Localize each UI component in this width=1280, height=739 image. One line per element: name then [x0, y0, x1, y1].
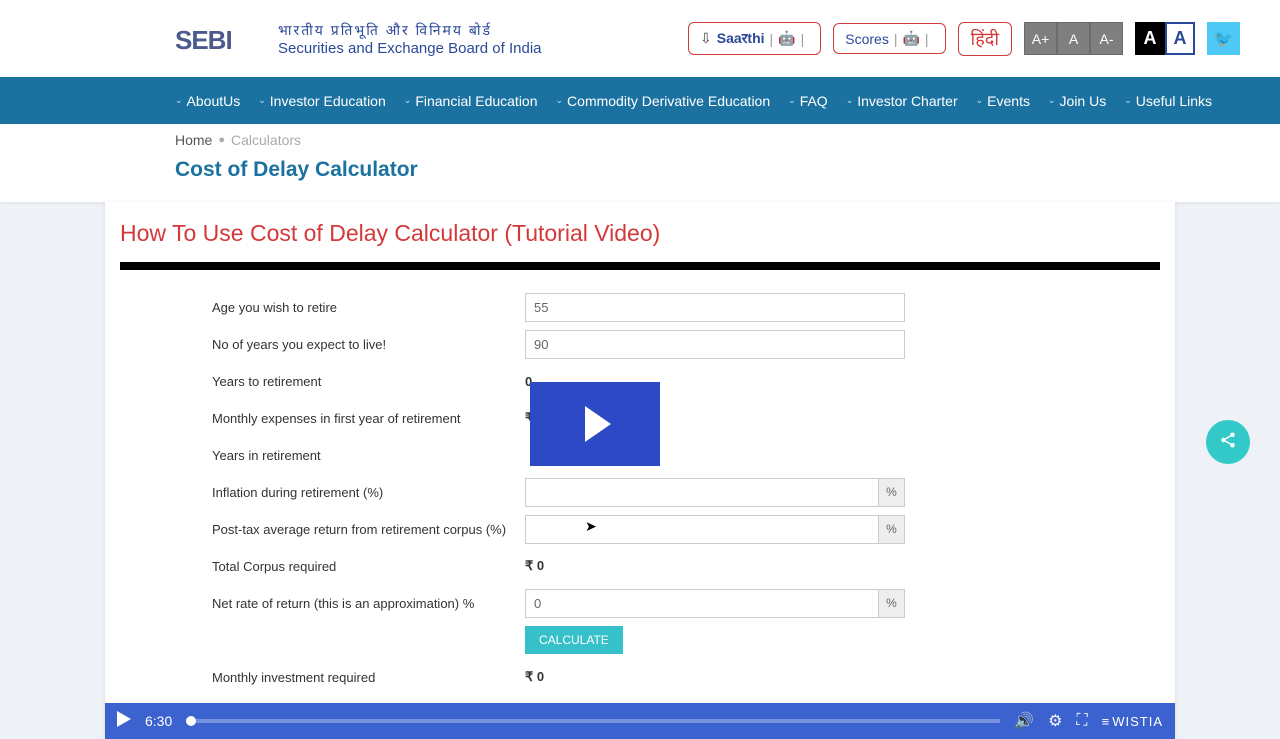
progress-thumb[interactable]	[186, 716, 196, 726]
label-years-in-retirement: Years in retirement	[120, 448, 525, 463]
wistia-brand[interactable]: ≡WISTIA	[1102, 714, 1163, 729]
chevron-down-icon: ⌄	[788, 95, 796, 106]
video-play-button[interactable]	[117, 711, 131, 732]
label-inflation: Inflation during retirement (%)	[120, 485, 525, 500]
video-control-bar: 6:30 🔊 ⚙ ⛶ ≡WISTIA	[105, 703, 1175, 739]
label-total-corpus: Total Corpus required	[120, 559, 525, 574]
input-inflation[interactable]	[525, 478, 879, 507]
label-monthly-investment: Monthly investment required	[120, 670, 525, 685]
input-retire-age[interactable]	[525, 293, 905, 322]
twitter-icon: 🐦	[1214, 29, 1234, 49]
dark-contrast-button[interactable]: A	[1135, 22, 1165, 55]
label-net-rate: Net rate of return (this is an approxima…	[120, 596, 525, 611]
nav-aboutus[interactable]: ⌄AboutUs	[175, 93, 240, 109]
nav-investor-charter[interactable]: ⌄Investor Charter	[846, 93, 958, 109]
nav-faq[interactable]: ⌄FAQ	[788, 93, 828, 109]
logo[interactable]: SEBI भारतीय प्रतिभूति और विनिमय बोर्ड Se…	[175, 19, 542, 59]
label-retire-age: Age you wish to retire	[120, 300, 525, 315]
input-posttax-return[interactable]	[525, 515, 879, 544]
chevron-down-icon: ⌄	[1048, 95, 1056, 106]
chevron-down-icon: ⌄	[556, 95, 564, 106]
breadcrumb-current: Calculators	[231, 132, 301, 148]
twitter-link[interactable]: 🐦	[1207, 22, 1240, 55]
chevron-down-icon: ⌄	[846, 95, 854, 106]
percent-addon: %	[879, 589, 905, 618]
saarthi-button[interactable]: ⇩ Saaरthi| 🤖|	[688, 22, 821, 55]
share-button[interactable]	[1206, 420, 1250, 464]
card-title: How To Use Cost of Delay Calculator (Tut…	[120, 220, 1160, 262]
percent-addon: %	[879, 515, 905, 544]
percent-addon: %	[879, 478, 905, 507]
play-icon	[117, 711, 131, 727]
scores-button[interactable]: Scores| 🤖|	[833, 23, 945, 54]
nav-join-us[interactable]: ⌄Join Us	[1048, 93, 1106, 109]
value-total-corpus: ₹ 0	[525, 558, 544, 574]
settings-button[interactable]: ⚙	[1048, 711, 1062, 731]
fullscreen-button[interactable]: ⛶	[1076, 712, 1087, 730]
fullscreen-icon: ⛶	[1076, 712, 1087, 729]
calculator-form: Age you wish to retire No of years you e…	[120, 270, 1160, 739]
android-icon: 🤖	[778, 30, 795, 47]
hindi-toggle[interactable]: हिंदी	[958, 22, 1012, 56]
font-decrease-button[interactable]: A-	[1090, 22, 1123, 55]
logo-english-text: Securities and Exchange Board of India	[278, 40, 542, 57]
main-nav: ⌄AboutUs ⌄Investor Education ⌄Financial …	[0, 77, 1280, 124]
input-net-rate[interactable]	[525, 589, 879, 618]
nav-investor-education[interactable]: ⌄Investor Education	[258, 93, 386, 109]
chevron-down-icon: ⌄	[1124, 95, 1132, 106]
logo-hindi-text: भारतीय प्रतिभूति और विनिमय बोर्ड	[278, 21, 542, 40]
input-years-live[interactable]	[525, 330, 905, 359]
top-header: SEBI भारतीय प्रतिभूति और विनिमय बोर्ड Se…	[0, 0, 1280, 77]
light-contrast-button[interactable]: A	[1165, 22, 1195, 55]
download-icon: ⇩	[700, 30, 712, 47]
gear-icon: ⚙	[1048, 713, 1062, 730]
chevron-down-icon: ⌄	[258, 95, 266, 106]
volume-icon: 🔊	[1014, 713, 1034, 730]
breadcrumb: Home ● Calculators	[175, 132, 1280, 148]
breadcrumb-separator: ●	[218, 134, 225, 146]
android-icon: 🤖	[902, 30, 919, 47]
nav-useful-links[interactable]: ⌄Useful Links	[1124, 93, 1212, 109]
nav-commodity-derivative[interactable]: ⌄Commodity Derivative Education	[556, 93, 771, 109]
font-increase-button[interactable]: A+	[1024, 22, 1057, 55]
page-title: Cost of Delay Calculator	[175, 148, 1280, 194]
label-monthly-expenses: Monthly expenses in first year of retire…	[120, 411, 525, 426]
chevron-down-icon: ⌄	[976, 95, 984, 106]
play-icon	[585, 406, 611, 442]
breadcrumb-bar: Home ● Calculators Cost of Delay Calcula…	[0, 124, 1280, 202]
font-default-button[interactable]: A	[1057, 22, 1090, 55]
video-time: 6:30	[145, 713, 172, 729]
nav-events[interactable]: ⌄Events	[976, 93, 1030, 109]
share-icon	[1219, 431, 1237, 454]
calculate-button[interactable]: CALCULATE	[525, 626, 623, 654]
label-years-live: No of years you expect to live!	[120, 337, 525, 352]
video-top-bar	[120, 262, 1160, 270]
contrast-group: A A	[1135, 22, 1195, 55]
chevron-down-icon: ⌄	[404, 95, 412, 106]
nav-financial-education[interactable]: ⌄Financial Education	[404, 93, 538, 109]
label-years-to-retirement: Years to retirement	[120, 374, 525, 389]
content-card: How To Use Cost of Delay Calculator (Tut…	[105, 202, 1175, 739]
label-posttax-return: Post-tax average return from retirement …	[120, 522, 525, 537]
svg-text:SEBI: SEBI	[175, 25, 232, 55]
volume-button[interactable]: 🔊	[1014, 711, 1034, 731]
chevron-down-icon: ⌄	[175, 95, 183, 106]
value-monthly-investment: ₹ 0	[525, 669, 544, 685]
breadcrumb-home[interactable]: Home	[175, 132, 212, 148]
font-size-group: A+ A A-	[1024, 22, 1123, 55]
video-play-overlay[interactable]	[530, 382, 660, 466]
sebi-logo-icon: SEBI	[175, 19, 270, 59]
